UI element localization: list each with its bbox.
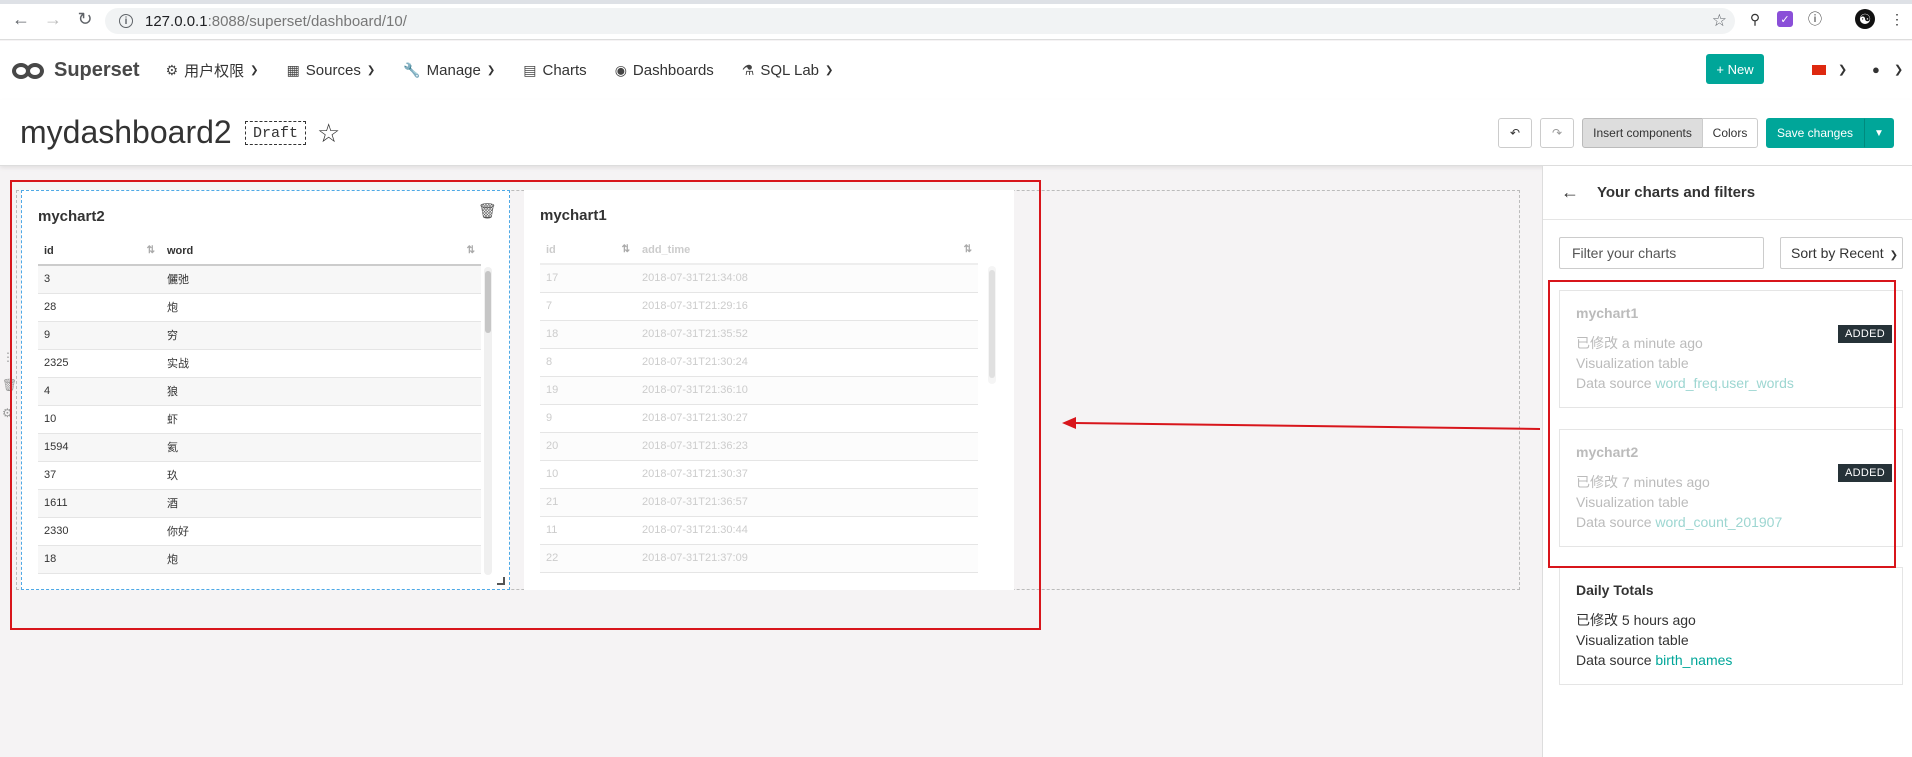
viz-value: table bbox=[1658, 632, 1689, 648]
menu-sources[interactable]: ▦ Sources ❯ bbox=[287, 60, 376, 81]
panel-title: Your charts and filters bbox=[1597, 184, 1756, 201]
wrench-icon: 🔧 bbox=[403, 62, 421, 78]
url-host: 127.0.0.1 bbox=[145, 12, 208, 30]
chevron-down-icon: ❯ bbox=[366, 65, 376, 76]
infinity-logo-icon bbox=[12, 62, 46, 79]
undo-button[interactable]: ↶ bbox=[1498, 118, 1532, 148]
menu-security[interactable]: ⚙ 用户权限 ❯ bbox=[166, 60, 259, 81]
menu-sql-lab-label: SQL Lab bbox=[760, 62, 820, 79]
redo-icon: ↷ bbox=[1551, 126, 1563, 140]
bar-chart-icon: ▤ bbox=[523, 62, 537, 78]
dashboard-icon: ◉ bbox=[614, 62, 627, 78]
superset-logo[interactable]: Superset bbox=[12, 59, 140, 82]
chart-item-viz: Visualization table bbox=[1576, 630, 1886, 650]
annotation-box-dashboard bbox=[10, 180, 1041, 630]
chevron-down-icon: ❯ bbox=[250, 65, 259, 76]
panel-header: ← Your charts and filters bbox=[1543, 166, 1912, 220]
dashboard-title[interactable]: mydashboard2 bbox=[20, 114, 232, 151]
sort-select-value: Sort by Recent bbox=[1791, 245, 1884, 261]
chevron-down-icon[interactable]: ❯ bbox=[1838, 63, 1847, 76]
draft-badge[interactable]: Draft bbox=[245, 121, 307, 145]
brand-name: Superset bbox=[54, 59, 140, 81]
dashboard-header: mydashboard2 Draft ☆ ↶ ↷ Insert componen… bbox=[0, 100, 1912, 166]
chevron-down-icon: ▼ bbox=[1874, 127, 1884, 139]
menu-dashboards-label: Dashboards bbox=[632, 62, 714, 79]
reload-icon[interactable]: ↻ bbox=[72, 7, 98, 33]
datasource-label: Data source bbox=[1576, 652, 1652, 668]
bookmark-star-icon[interactable]: ☆ bbox=[1712, 11, 1727, 31]
chart-item-datasource: Data source birth_names bbox=[1576, 650, 1886, 670]
address-bar[interactable]: i 127.0.0.1:8088/superset/dashboard/10/ … bbox=[105, 8, 1735, 34]
menu-charts[interactable]: ▤ Charts bbox=[523, 60, 586, 81]
insert-components-button[interactable]: Insert components bbox=[1582, 118, 1703, 148]
save-options-button[interactable]: ▼ bbox=[1864, 118, 1894, 148]
annotation-box-added-charts bbox=[1548, 280, 1896, 568]
chevron-down-icon[interactable]: ❯ bbox=[1894, 63, 1903, 76]
save-changes-button[interactable]: Save changes bbox=[1766, 118, 1864, 148]
menu-sql-lab[interactable]: ⚗ SQL Lab ❯ bbox=[742, 60, 834, 81]
back-arrow-icon[interactable]: ← bbox=[1561, 182, 1579, 203]
main-menu: ⚙ 用户权限 ❯ ▦ Sources ❯ 🔧 Manage ❯ ▤ Charts… bbox=[166, 60, 862, 81]
menu-dashboards[interactable]: ◉ Dashboards bbox=[615, 60, 714, 81]
back-arrow-icon[interactable]: ← bbox=[8, 7, 34, 33]
chart-item-modified: 已修改 5 hours ago bbox=[1576, 610, 1886, 630]
favorite-star-icon[interactable]: ☆ bbox=[317, 118, 340, 149]
app-navbar: Superset ⚙ 用户权限 ❯ ▦ Sources ❯ 🔧 Manage ❯… bbox=[0, 41, 1912, 100]
chart-list-item-daily-totals[interactable]: Daily Totals 已修改 5 hours ago Visualizati… bbox=[1559, 567, 1903, 685]
password-extension-icon[interactable]: ⓘ bbox=[1805, 9, 1825, 29]
site-info-icon[interactable]: i bbox=[119, 14, 133, 28]
modified-label: 已修改 bbox=[1576, 612, 1618, 628]
undo-icon: ↶ bbox=[1509, 126, 1521, 140]
redo-button[interactable]: ↷ bbox=[1540, 118, 1574, 148]
profile-avatar-icon[interactable]: ☯ bbox=[1855, 9, 1875, 29]
chevron-down-icon: ❯ bbox=[486, 65, 496, 76]
table-icon: ▦ bbox=[286, 62, 300, 78]
modified-value: 5 hours ago bbox=[1621, 612, 1696, 628]
chevron-down-icon: ❯ bbox=[1889, 250, 1898, 261]
menu-manage[interactable]: 🔧 Manage ❯ bbox=[403, 60, 495, 81]
datasource-link[interactable]: birth_names bbox=[1655, 652, 1732, 668]
colors-button[interactable]: Colors bbox=[1702, 118, 1758, 148]
checkmark-extension-icon[interactable]: ✓ bbox=[1777, 11, 1793, 27]
sort-select[interactable]: Sort by Recent ❯ bbox=[1780, 237, 1903, 269]
url-path: :8088/superset/dashboard/10/ bbox=[207, 12, 407, 30]
chart-item-name: Daily Totals bbox=[1576, 582, 1654, 598]
flask-icon: ⚗ bbox=[741, 62, 755, 78]
user-icon[interactable]: ● bbox=[1872, 62, 1880, 77]
chevron-down-icon: ❯ bbox=[825, 65, 834, 76]
menu-manage-label: Manage bbox=[426, 62, 481, 79]
menu-sources-label: Sources bbox=[305, 62, 361, 79]
forward-arrow-icon[interactable]: → bbox=[40, 7, 66, 33]
viz-label: Visualization bbox=[1576, 632, 1655, 648]
browser-menu-icon[interactable]: ⋮ bbox=[1887, 9, 1907, 29]
annotation-arrow bbox=[1062, 417, 1541, 430]
language-flag-icon[interactable] bbox=[1812, 65, 1826, 75]
menu-security-label: 用户权限 bbox=[184, 63, 245, 80]
menu-charts-label: Charts bbox=[542, 62, 587, 79]
browser-toolbar: ← → ↻ i 127.0.0.1:8088/superset/dashboar… bbox=[0, 0, 1912, 40]
search-extension-icon[interactable]: ⚲ bbox=[1745, 9, 1765, 29]
new-button[interactable]: + New bbox=[1706, 54, 1764, 84]
cogs-icon: ⚙ bbox=[165, 62, 179, 78]
filter-charts-input[interactable] bbox=[1559, 237, 1764, 269]
